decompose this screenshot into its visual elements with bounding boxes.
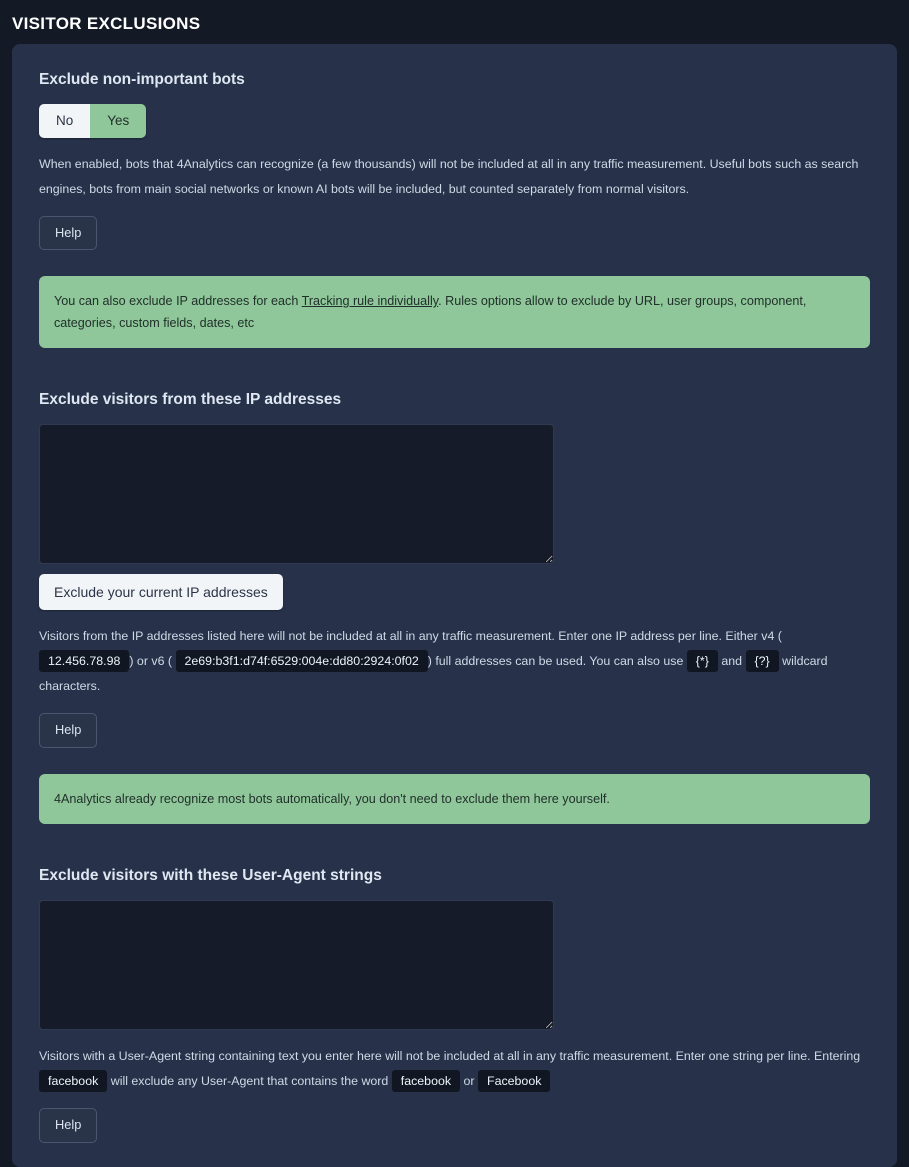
exclude-ua-desc-part-2: will exclude any User-Agent that contain… xyxy=(110,1074,389,1089)
code-facebook-capitalized: Facebook xyxy=(478,1070,551,1093)
exclude-ua-desc-part-1: Visitors with a User-Agent string contai… xyxy=(39,1049,861,1064)
exclude-bots-toggle[interactable]: No Yes xyxy=(39,104,147,138)
notice-bots-recognized: 4Analytics already recognize most bots a… xyxy=(39,774,870,825)
help-button-ip[interactable]: Help xyxy=(39,713,98,749)
exclude-user-agent-description: Visitors with a User-Agent string contai… xyxy=(39,1044,870,1094)
section-title-exclude-user-agent: Exclude visitors with these User-Agent s… xyxy=(39,867,382,885)
exclude-ip-description: Visitors from the IP addresses listed he… xyxy=(39,624,870,699)
help-button-bots[interactable]: Help xyxy=(39,215,98,251)
code-ipv4-example: 12.456.78.98 xyxy=(39,650,130,673)
code-facebook-lowercase: facebook xyxy=(391,1070,461,1093)
visitor-exclusions-card: Exclude non-important bots No Yes When e… xyxy=(12,44,897,1167)
exclude-ip-desc-part-1: Visitors from the IP addresses listed he… xyxy=(39,629,782,644)
page-title: VISITOR EXCLUSIONS xyxy=(12,14,201,33)
exclude-ip-textarea[interactable] xyxy=(39,424,554,565)
code-facebook-entering: facebook xyxy=(39,1070,108,1093)
toggle-option-no[interactable]: No xyxy=(39,104,91,138)
exclude-current-ip-button[interactable]: Exclude your current IP addresses xyxy=(39,574,283,611)
exclude-ip-desc-part-2: ) or v6 ( xyxy=(129,654,173,669)
exclude-ua-desc-part-3: or xyxy=(463,1074,475,1089)
tracking-rule-individually-link[interactable]: Tracking rule individually xyxy=(302,294,439,308)
notice-tracking-rules: You can also exclude IP addresses for ea… xyxy=(39,276,870,349)
code-wildcard-star: {*} xyxy=(686,650,718,673)
notice-tracking-rules-text-before: You can also exclude IP addresses for ea… xyxy=(54,294,302,309)
code-wildcard-question: {?} xyxy=(745,650,779,673)
help-button-user-agent[interactable]: Help xyxy=(39,1108,98,1143)
section-title-exclude-bots: Exclude non-important bots xyxy=(39,71,245,88)
exclude-ip-desc-part-3: ) full addresses can be used. You can al… xyxy=(427,654,684,669)
toggle-option-yes[interactable]: Yes xyxy=(90,104,147,138)
exclude-bots-description: When enabled, bots that 4Analytics can r… xyxy=(39,156,859,196)
exclude-ip-desc-part-4: and xyxy=(721,654,743,669)
exclude-user-agent-textarea[interactable] xyxy=(39,900,554,1031)
code-ipv6-example: 2e69:b3f1:d74f:6529:004e:dd80:2924:0f02 xyxy=(175,650,428,673)
section-title-exclude-ip: Exclude visitors from these IP addresses xyxy=(39,391,342,409)
